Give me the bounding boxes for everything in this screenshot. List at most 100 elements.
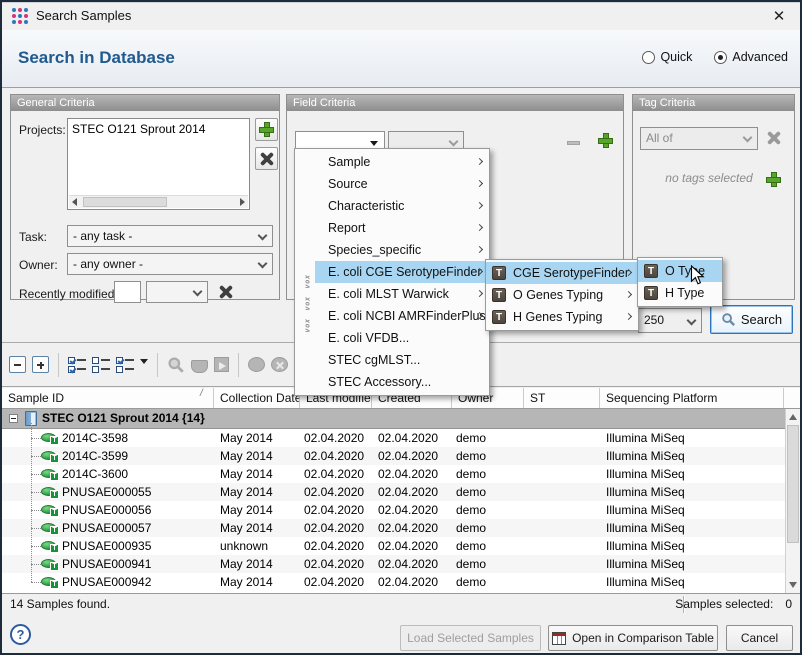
task-dropdown[interactable]: - any task - — [67, 225, 273, 247]
close-icon[interactable]: ✕ — [770, 7, 788, 25]
table-row[interactable]: T 2014C-3598 May 2014 02.04.2020 02.04.2… — [2, 429, 785, 447]
projects-horizontal-scrollbar[interactable] — [69, 195, 248, 208]
cell-last-modified: 02.04.2020 — [304, 465, 364, 483]
export-samples-icon[interactable] — [214, 357, 229, 372]
menu-item-label: CGE SerotypeFinder — [513, 266, 629, 280]
field-menu-item[interactable]: vox Source — [295, 173, 489, 195]
radio-quick[interactable]: Quick — [642, 50, 692, 64]
owner-dropdown[interactable]: - any owner - — [67, 253, 273, 275]
scroll-up-icon[interactable] — [789, 414, 797, 420]
select-all-icon[interactable] — [68, 357, 86, 373]
project-group-row[interactable]: STEC O121 Sprout 2014 {14} — [2, 409, 785, 429]
cancel-button[interactable]: Cancel — [726, 625, 793, 651]
column-header[interactable]: ST — [524, 388, 600, 408]
projects-listbox[interactable]: STEC O121 Sprout 2014 — [67, 118, 250, 210]
sample-icon: T — [41, 433, 56, 442]
recently-modified-unit-dropdown[interactable] — [146, 281, 208, 303]
cell-created: 02.04.2020 — [378, 555, 438, 573]
submenu-arrow-icon — [476, 158, 483, 165]
field-menu-item[interactable]: vox STEC cgMLST... — [295, 349, 489, 371]
table-row[interactable]: T PNUSAE000055 May 2014 02.04.2020 02.04… — [2, 483, 785, 501]
cell-collection-date: May 2014 — [220, 519, 273, 537]
open-in-comparison-table-button[interactable]: Open in Comparison Table — [548, 625, 718, 651]
expand-all-icon[interactable] — [32, 356, 49, 373]
cell-created: 02.04.2020 — [378, 465, 438, 483]
scroll-down-icon[interactable] — [789, 582, 797, 588]
field-menu-item[interactable]: vox Species_specific — [295, 239, 489, 261]
submenu-item[interactable]: T O Type — [638, 260, 722, 282]
remove-criterion-icon[interactable] — [567, 141, 580, 145]
table-row[interactable]: T 2014C-3599 May 2014 02.04.2020 02.04.2… — [2, 447, 785, 465]
cell-created: 02.04.2020 — [378, 573, 438, 591]
radio-advanced[interactable]: Advanced — [714, 50, 788, 64]
table-row[interactable]: T PNUSAE000056 May 2014 02.04.2020 02.04… — [2, 501, 785, 519]
cell-sample-id: PNUSAE000935 — [62, 537, 151, 555]
column-header[interactable]: Sequencing Platform — [600, 388, 784, 408]
submenu-item[interactable]: T H Type — [638, 282, 722, 304]
horizontal-scrollbar-thumb[interactable] — [83, 197, 167, 207]
remove-project-button[interactable] — [255, 147, 278, 170]
table-row[interactable]: T PNUSAE000942 May 2014 02.04.2020 02.04… — [2, 573, 785, 591]
sample-icon: T — [41, 559, 56, 568]
submenu-item[interactable]: T H Genes Typing — [486, 306, 638, 328]
sample-icon: T — [41, 577, 56, 586]
column-header-label: Collection Date — [220, 391, 300, 405]
cell-created: 02.04.2020 — [378, 429, 438, 447]
help-icon[interactable]: ? — [10, 624, 31, 645]
load-selected-samples-button[interactable]: Load Selected Samples — [400, 625, 541, 651]
load-samples-icon[interactable] — [191, 360, 208, 373]
cell-owner: demo — [456, 483, 486, 501]
task-value: - any task - — [73, 229, 132, 243]
table-row[interactable]: T 2014C-3600 May 2014 02.04.2020 02.04.2… — [2, 465, 785, 483]
field-menu-item[interactable]: vox E. coli CGE SerotypeFinder — [295, 261, 489, 283]
max-results-value: 250 — [644, 313, 664, 327]
table-row[interactable]: T PNUSAE000935 unknown 02.04.2020 02.04.… — [2, 537, 785, 555]
submenu-item[interactable]: T CGE SerotypeFinder — [486, 262, 638, 284]
add-criterion-icon[interactable] — [599, 134, 612, 147]
add-project-button[interactable] — [255, 118, 278, 141]
tag-criteria-title: Tag Criteria — [633, 95, 794, 111]
vertical-scrollbar[interactable] — [785, 409, 800, 593]
column-header[interactable]: Sample ID — [2, 388, 214, 408]
cell-last-modified: 02.04.2020 — [304, 447, 364, 465]
project-entry[interactable]: STEC O121 Sprout 2014 — [68, 119, 249, 139]
search-button[interactable]: Search — [710, 305, 793, 334]
find-samples-icon[interactable] — [167, 356, 185, 374]
table-row[interactable]: T PNUSAE000057 May 2014 02.04.2020 02.04… — [2, 519, 785, 537]
field-menu-item[interactable]: vox STEC Accessory... — [295, 371, 489, 393]
vertical-scrollbar-thumb[interactable] — [787, 425, 799, 543]
field-menu-item[interactable]: vox E. coli MLST Warwick — [295, 283, 489, 305]
recently-modified-value-field[interactable] — [114, 281, 141, 303]
unassign-icon[interactable] — [271, 357, 288, 372]
scroll-right-icon[interactable] — [240, 198, 245, 206]
menu-item-label: H Genes Typing — [513, 310, 602, 324]
field-menu-item[interactable]: vox Sample — [295, 151, 489, 173]
submenu-arrow-icon — [476, 290, 483, 297]
field-menu-item[interactable]: vox Report — [295, 217, 489, 239]
tree-connector — [31, 564, 41, 565]
menu-item-label: Sample — [328, 155, 370, 169]
samples-table: Sample ID Collection Date Last modified … — [2, 388, 800, 593]
field-menu-item[interactable]: vox E. coli NCBI AMRFinderPlus — [295, 305, 489, 327]
table-row[interactable]: T PNUSAE000941 May 2014 02.04.2020 02.04… — [2, 555, 785, 573]
collapse-expander-icon[interactable] — [9, 414, 18, 423]
dropdown-arrow-icon — [370, 141, 378, 146]
submenu-arrow-icon — [476, 202, 483, 209]
radio-advanced-label: Advanced — [732, 50, 788, 64]
submenu-item[interactable]: T O Genes Typing — [486, 284, 638, 306]
field-menu-item[interactable]: vox Characteristic — [295, 195, 489, 217]
general-criteria-title: General Criteria — [11, 95, 279, 111]
scroll-left-icon[interactable] — [72, 198, 77, 206]
field-menu-item[interactable]: vox E. coli VFDB... — [295, 327, 489, 349]
column-header[interactable]: Collection Date — [214, 388, 300, 408]
tag-match-dropdown[interactable]: All of — [640, 127, 758, 150]
collapse-all-icon[interactable] — [9, 356, 26, 373]
assign-icon[interactable] — [248, 357, 265, 372]
add-tag-icon[interactable] — [767, 173, 780, 186]
cell-created: 02.04.2020 — [378, 537, 438, 555]
project-group-label: STEC O121 Sprout 2014 {14} — [42, 409, 205, 428]
cell-created: 02.04.2020 — [378, 501, 438, 519]
max-results-dropdown[interactable]: 250 — [638, 308, 702, 333]
deselect-all-icon[interactable] — [92, 357, 110, 373]
selection-menu-icon[interactable] — [116, 357, 148, 373]
